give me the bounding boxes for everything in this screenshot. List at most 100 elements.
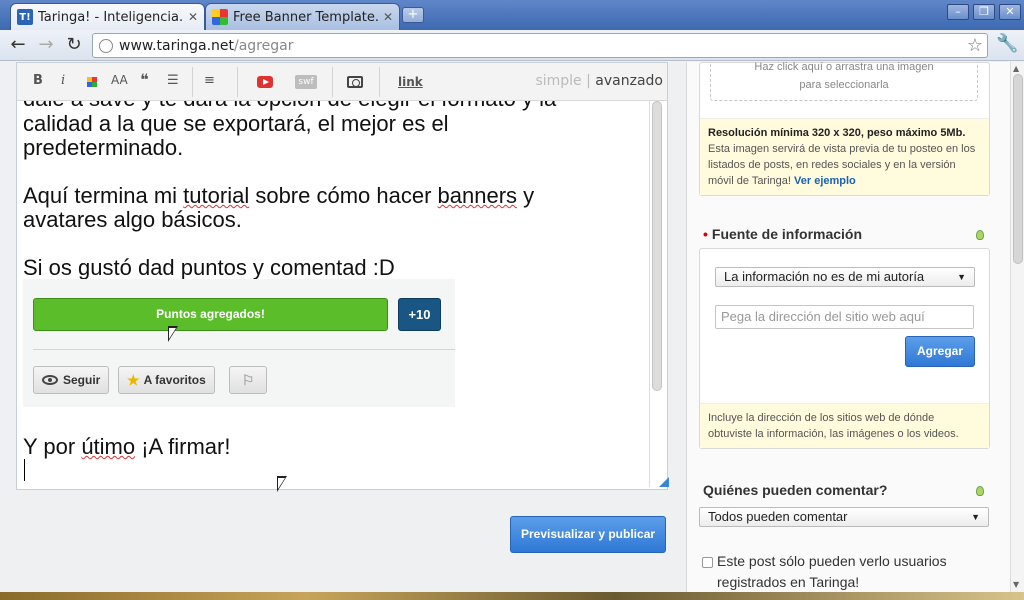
resize-handle-icon[interactable] (655, 471, 669, 487)
follow-button[interactable]: Seguir (33, 366, 110, 394)
example-link[interactable]: Ver ejemplo (794, 175, 856, 187)
editor-toolbar: B i AA ❝ ☰ ≡ swf link simple | avanzado (17, 63, 667, 101)
font-size-button[interactable]: AA (111, 73, 128, 87)
note-title: Resolución mínima 320 x 320, peso máximo… (708, 127, 966, 139)
banner-icon (212, 9, 228, 25)
back-icon[interactable]: ← (6, 34, 30, 56)
list-icon[interactable]: ☰ (167, 73, 179, 88)
eye-icon (42, 375, 58, 385)
source-url-input[interactable]: Pega la dirección del sitio web aquí (715, 305, 974, 329)
tab-strip: T! Taringa! - Inteligencia... ✕ Free Ban… (0, 0, 1024, 30)
image-upload-card: Haz click aquí o arrastra una imagen par… (699, 62, 990, 196)
close-icon[interactable]: ✕ (188, 10, 198, 24)
select-value: Todos pueden comentar (708, 509, 848, 524)
dropzone-text: Haz click aquí o arrastra una imagen (754, 62, 934, 73)
select-value: La información no es de mi autoría (724, 269, 925, 284)
editor-mode-switch: simple | avanzado (535, 73, 663, 89)
tab-banner[interactable]: Free Banner Template... ✕ (205, 3, 400, 30)
lightbulb-icon[interactable] (976, 230, 984, 240)
comments-select[interactable]: Todos pueden comentar ▼ (699, 507, 989, 527)
new-tab-button[interactable]: + (402, 7, 424, 23)
points-badge[interactable]: +10 (398, 298, 441, 331)
link-button[interactable]: link (398, 75, 423, 89)
mouse-cursor-icon (168, 326, 178, 342)
page-scrollbar[interactable]: ▲ ▼ (1010, 62, 1024, 592)
private-post-checkbox[interactable] (702, 557, 713, 568)
camera-icon[interactable] (347, 76, 363, 88)
italic-button[interactable]: i (61, 73, 65, 88)
star-icon: ★ (127, 371, 140, 388)
close-icon[interactable]: ✕ (383, 10, 393, 24)
youtube-icon[interactable] (257, 76, 273, 88)
add-source-button[interactable]: Agregar (905, 336, 975, 367)
dropzone-text: para seleccionarla (799, 79, 889, 91)
reload-icon[interactable]: ↻ (62, 34, 86, 56)
taringa-icon: T! (17, 9, 33, 25)
flag-icon[interactable]: ⚐ (229, 366, 267, 394)
minimize-button[interactable]: – (947, 4, 969, 20)
editor-content[interactable]: dale a save y te dará la opción de elegi… (23, 101, 648, 489)
sidebar: Haz click aquí o arrastra una imagen par… (686, 62, 1010, 592)
bold-button[interactable]: B (33, 73, 43, 88)
required-mark: • (703, 226, 708, 242)
editor-scroll-thumb[interactable] (652, 101, 662, 391)
points-added-bar[interactable]: Puntos agregados! (33, 298, 388, 331)
close-window-button[interactable]: ✕ (999, 4, 1021, 20)
tab-title: Free Banner Template... (233, 9, 379, 25)
favorites-button[interactable]: ★ A favoritos (118, 366, 215, 394)
image-dropzone[interactable]: Haz click aquí o arrastra una imagen par… (710, 62, 978, 101)
post-editor: B i AA ❝ ☰ ≡ swf link simple | avanzado … (16, 62, 669, 490)
text-line: dale a save y te dará la opción de elegi… (23, 101, 556, 111)
align-icon[interactable]: ≡ (204, 73, 215, 88)
wrench-icon[interactable]: 🔧 (996, 33, 1018, 54)
globe-icon (99, 38, 113, 53)
toolbar-divider (379, 67, 380, 97)
scroll-down-icon[interactable]: ▼ (1013, 580, 1019, 589)
bookmark-star-icon[interactable]: ☆ (967, 35, 983, 56)
text-line: calidad a la que se exportará, el mejor … (23, 111, 449, 136)
desktop-strip (0, 592, 1024, 600)
source-card: La información no es de mi autoría ▼ Peg… (699, 248, 990, 449)
preview-publish-button[interactable]: Previsualizar y publicar (510, 516, 666, 553)
address-bar[interactable]: www.taringa.net/agregar ☆ (92, 33, 988, 58)
image-note: Resolución mínima 320 x 320, peso máximo… (700, 118, 989, 195)
mode-advanced[interactable]: avanzado (595, 73, 663, 89)
source-note: Incluye la dirección de los sitios web d… (700, 403, 989, 448)
editor-scrollbar[interactable] (649, 101, 663, 487)
text-line: avatares algo básicos. (23, 207, 242, 232)
text-line: Y por útimo ¡A firmar! (23, 434, 231, 459)
tab-title: Taringa! - Inteligencia... (38, 9, 184, 25)
source-type-select[interactable]: La información no es de mi autoría ▼ (715, 267, 975, 287)
url-host: www.taringa.net (119, 37, 234, 54)
text-line: Si os gustó dad puntos y comentad :D (23, 255, 395, 280)
source-section-title: • Fuente de información (703, 226, 863, 242)
color-palette-icon[interactable] (87, 77, 97, 87)
follow-label: Seguir (63, 373, 101, 387)
mouse-cursor-icon (277, 476, 287, 492)
chevron-down-icon: ▼ (957, 272, 966, 282)
browser-toolbar: ← → ↻ www.taringa.net/agregar ☆ 🔧 (0, 30, 1024, 61)
scroll-up-icon[interactable]: ▲ (1013, 64, 1019, 73)
comments-section-title: Quiénes pueden comentar? (703, 482, 888, 498)
page-scroll-thumb[interactable] (1013, 74, 1023, 264)
forward-icon[interactable]: → (34, 34, 58, 56)
text-caret (24, 459, 25, 481)
page: B i AA ❝ ☰ ≡ swf link simple | avanzado … (0, 62, 1010, 592)
chevron-down-icon: ▼ (971, 512, 980, 522)
toolbar-divider (192, 67, 193, 97)
points-widget: Puntos agregados! +10 Seguir ★ A favorit… (23, 279, 455, 407)
mode-simple[interactable]: simple (535, 73, 581, 89)
text-line: predeterminado. (23, 135, 184, 160)
quote-icon[interactable]: ❝ (140, 70, 149, 89)
private-post-label: Este post sólo pueden verlo usuarios reg… (717, 553, 947, 590)
swf-button[interactable]: swf (295, 75, 317, 89)
text-line: Aquí termina mi tutorial sobre cómo hace… (23, 183, 535, 208)
maximize-button[interactable]: ❐ (973, 4, 995, 20)
tab-taringa[interactable]: T! Taringa! - Inteligencia... ✕ (10, 3, 205, 30)
favorites-label: A favoritos (143, 373, 206, 387)
toolbar-divider (332, 67, 333, 97)
toolbar-divider (237, 67, 238, 97)
mode-separator: | (586, 73, 591, 89)
lightbulb-icon[interactable] (976, 486, 984, 496)
divider (33, 349, 455, 350)
